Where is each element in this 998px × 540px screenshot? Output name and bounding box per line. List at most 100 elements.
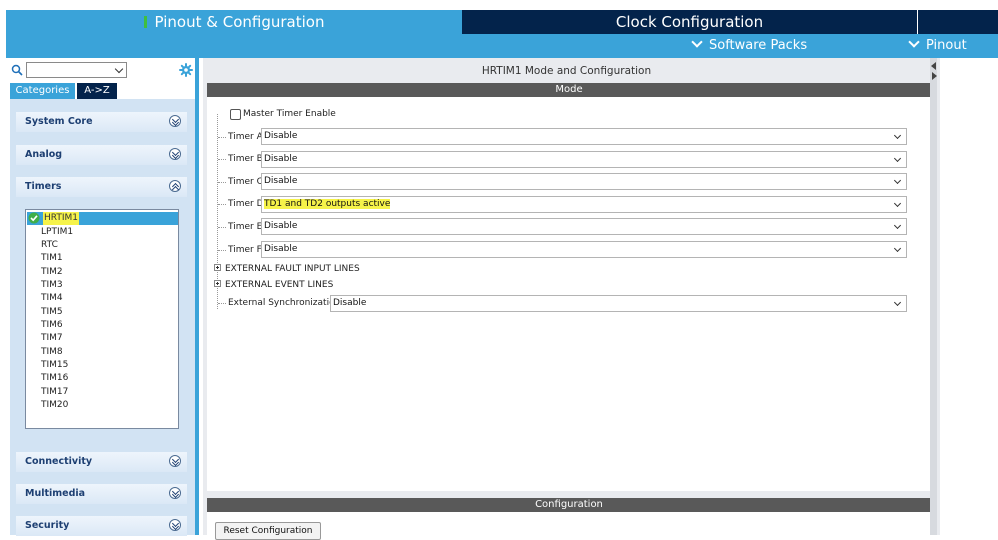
expand-right-icon[interactable] — [932, 72, 937, 80]
timer-b-select[interactable]: Disable — [261, 151, 907, 168]
list-item[interactable]: TIM3 — [41, 279, 63, 292]
category-label: Multimedia — [25, 488, 86, 499]
tree-branch — [218, 159, 226, 160]
submenu-bar: Software Packs Pinout — [6, 34, 998, 58]
category-security[interactable]: Security — [16, 516, 187, 536]
external-sync-value: Disable — [333, 298, 367, 308]
list-item[interactable]: TIM4 — [41, 292, 63, 305]
category-label: Security — [25, 520, 70, 531]
search-input[interactable] — [26, 62, 127, 78]
timer-e-label: Timer E — [228, 222, 263, 232]
list-item[interactable]: TIM20 — [41, 399, 68, 412]
list-item[interactable]: RTC — [41, 239, 58, 252]
category-label: Analog — [25, 149, 63, 160]
software-packs-menu[interactable]: Software Packs — [691, 34, 808, 58]
collapse-left-icon[interactable] — [931, 62, 936, 70]
timer-a-value: Disable — [264, 131, 298, 141]
list-item[interactable]: TIM2 — [41, 266, 63, 279]
chevron-down-icon — [691, 36, 703, 48]
list-item[interactable]: TIM1 — [41, 252, 63, 265]
chevron-down-icon — [114, 64, 124, 74]
tab-clock-label: Clock Configuration — [615, 13, 764, 31]
category-multimedia[interactable]: Multimedia — [16, 484, 187, 504]
expand-plus-icon[interactable] — [214, 264, 221, 271]
master-timer-checkbox[interactable] — [230, 109, 241, 120]
tree-branch — [218, 182, 226, 183]
list-item[interactable]: TIM17 — [41, 386, 68, 399]
chevron-down-icon — [893, 221, 902, 230]
tab-a-to-z[interactable]: A->Z — [77, 83, 117, 99]
expand-icon[interactable] — [169, 487, 181, 499]
gear-icon[interactable] — [179, 63, 193, 77]
configuration-section-header[interactable]: Configuration — [207, 498, 931, 512]
expand-plus-icon[interactable] — [214, 280, 221, 287]
list-item[interactable]: TIM8 — [41, 346, 63, 359]
external-event-lines-group[interactable]: EXTERNAL EVENT LINES — [225, 277, 333, 293]
external-sync-label: External Synchronization — [228, 298, 341, 308]
external-sync-select[interactable]: Disable — [330, 295, 907, 312]
category-timers[interactable]: Timers — [16, 177, 187, 197]
category-connectivity[interactable]: Connectivity — [16, 452, 187, 472]
tab-clock-configuration[interactable]: Clock Configuration — [462, 10, 917, 34]
timer-d-value: TD1 and TD2 outputs active — [264, 199, 391, 209]
panel-splitter[interactable] — [930, 58, 937, 535]
reset-configuration-button[interactable]: Reset Configuration — [215, 522, 321, 540]
list-item[interactable]: TIM7 — [41, 332, 63, 345]
expand-icon[interactable] — [169, 455, 181, 467]
category-system-core[interactable]: System Core — [16, 112, 187, 132]
category-label: System Core — [25, 116, 93, 127]
timer-d-select[interactable]: TD1 and TD2 outputs active — [261, 196, 907, 213]
timer-c-select[interactable]: Disable — [261, 173, 907, 190]
category-analog[interactable]: Analog — [16, 145, 187, 165]
left-panel-scrollbar[interactable] — [195, 58, 199, 535]
tab-categories[interactable]: Categories — [10, 83, 75, 99]
search-icon[interactable] — [11, 64, 23, 76]
collapse-icon[interactable] — [169, 180, 181, 194]
right-panel — [940, 58, 998, 535]
timer-b-value: Disable — [264, 154, 298, 164]
expand-icon[interactable] — [169, 519, 181, 531]
tab-pinout-label: Pinout & Configuration — [154, 13, 325, 31]
timer-c-label: Timer C — [228, 177, 263, 187]
chevron-down-icon — [893, 298, 902, 307]
chevron-down-icon — [893, 154, 902, 163]
timer-f-value: Disable — [264, 244, 298, 254]
list-item[interactable]: LPTIM1 — [41, 226, 73, 239]
chevron-down-icon — [893, 176, 902, 185]
timer-a-label: Timer A — [228, 132, 263, 142]
pinout-menu[interactable]: Pinout — [908, 34, 967, 58]
chevron-down-icon — [893, 199, 902, 208]
top-strip — [0, 0, 998, 10]
chevron-down-icon — [908, 36, 920, 48]
tree-branch — [218, 303, 226, 304]
expand-icon[interactable] — [169, 115, 181, 127]
timer-d-label: Timer D — [228, 199, 264, 209]
expand-icon[interactable] — [169, 148, 181, 160]
active-tab-marker — [143, 16, 147, 28]
timer-e-select[interactable]: Disable — [261, 218, 907, 235]
timer-f-label: Timer F — [228, 245, 262, 255]
category-label: Connectivity — [25, 456, 93, 467]
pinout-menu-label: Pinout — [926, 38, 967, 53]
mode-section-header[interactable]: Mode — [207, 83, 931, 97]
tab-overflow[interactable] — [917, 10, 998, 34]
list-item-label: HRTIM1 — [43, 212, 80, 225]
list-item-hrtim1[interactable]: HRTIM1 — [27, 212, 178, 225]
timer-f-select[interactable]: Disable — [261, 241, 907, 258]
tab-pinout-configuration[interactable]: Pinout & Configuration — [6, 10, 462, 34]
tree-branch — [218, 204, 226, 205]
list-item[interactable]: TIM6 — [41, 319, 63, 332]
page-title: HRTIM1 Mode and Configuration — [481, 65, 652, 77]
external-fault-input-lines-group[interactable]: EXTERNAL FAULT INPUT LINES — [225, 261, 360, 277]
list-item[interactable]: TIM16 — [41, 372, 68, 385]
timer-e-value: Disable — [264, 221, 298, 231]
software-packs-label: Software Packs — [709, 38, 808, 53]
chevron-down-icon — [893, 131, 902, 140]
category-label: Timers — [25, 181, 62, 192]
timer-a-select[interactable]: Disable — [261, 128, 907, 145]
timers-list: HRTIM1 LPTIM1 RTC TIM1 TIM2 TIM3 TIM4 TI… — [25, 209, 179, 429]
list-item[interactable]: TIM5 — [41, 306, 63, 319]
list-item[interactable]: TIM15 — [41, 359, 68, 372]
master-timer-label: Master Timer Enable — [243, 109, 336, 119]
tree-branch — [218, 250, 226, 251]
